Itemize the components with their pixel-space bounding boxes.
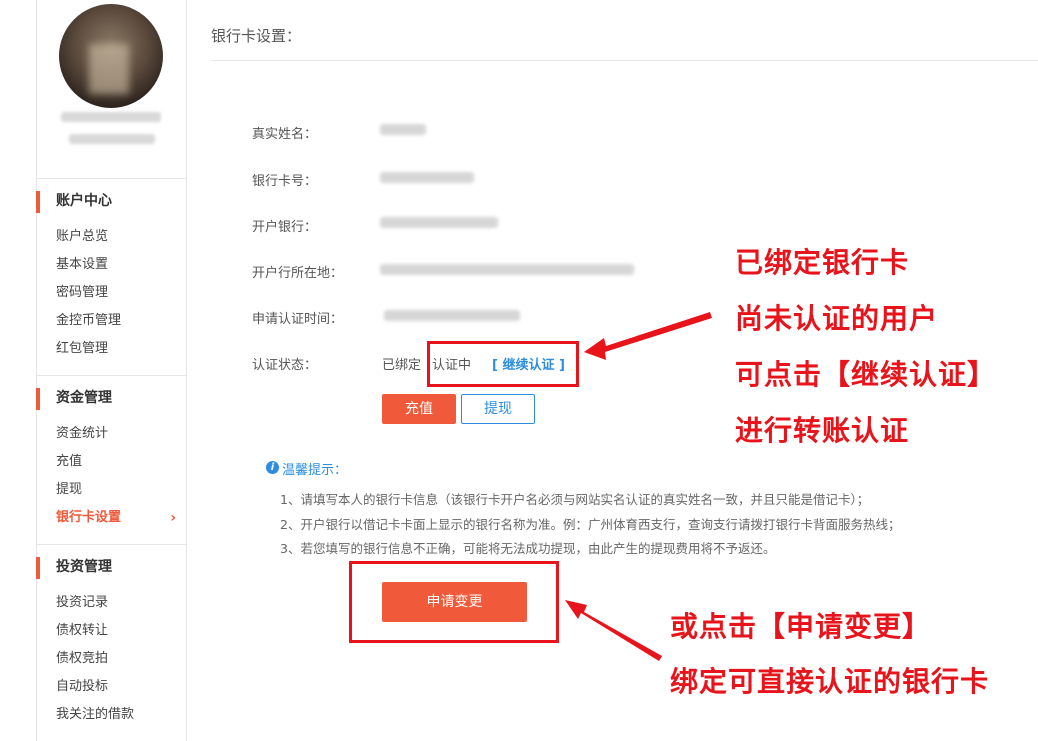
arrow-to-apply-change bbox=[565, 600, 662, 661]
arrow-to-continue bbox=[584, 312, 712, 360]
annotation-arrows bbox=[565, 312, 712, 661]
